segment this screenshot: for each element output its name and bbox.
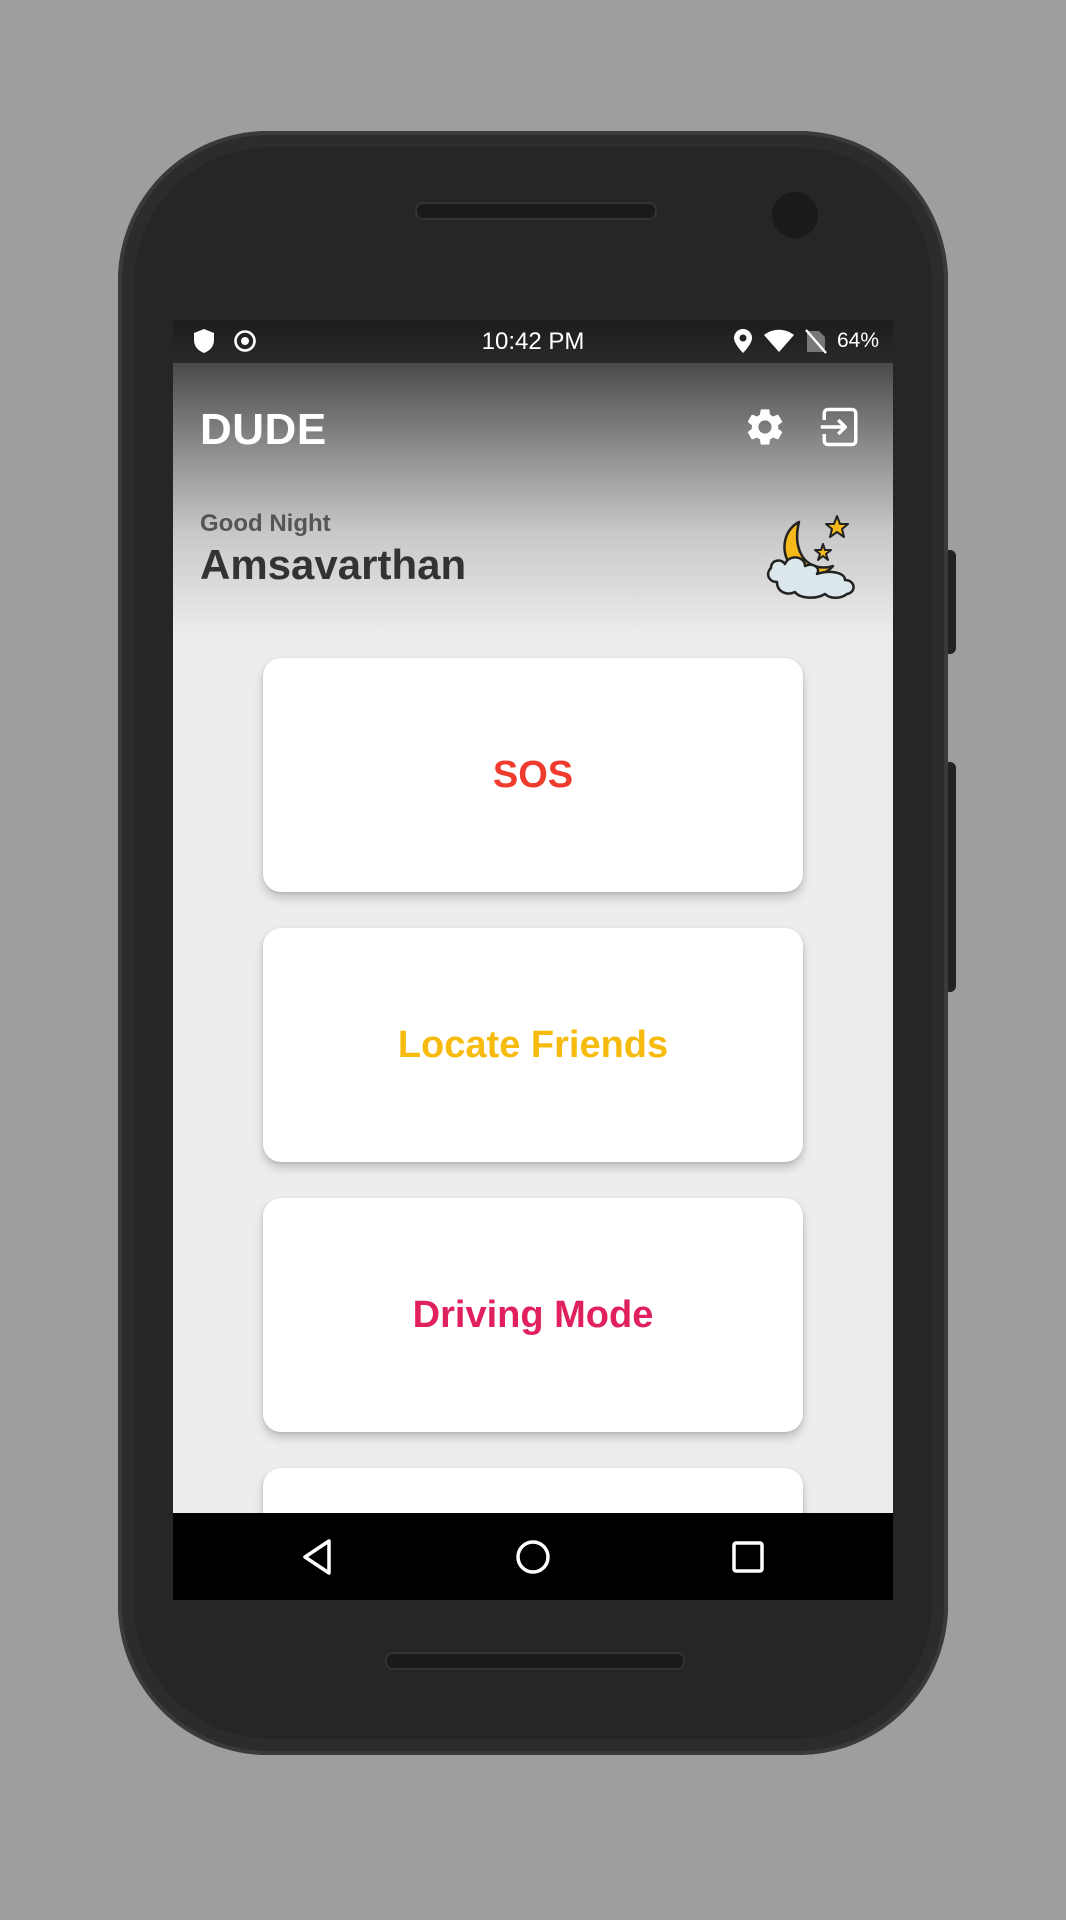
power-button [948,550,956,654]
recents-icon[interactable] [726,1535,770,1579]
locate-friends-card[interactable]: Locate Friends [263,928,803,1162]
navigation-bar [173,1513,893,1600]
status-bar: 10:42 PM 64% [173,320,893,363]
sos-label: SOS [492,753,574,796]
logout-icon[interactable] [819,406,861,448]
greeting-text: Good Night [200,510,331,537]
app-screen: 10:42 PM 64% DUDE Good Night Amsavarthan… [173,320,893,1600]
locate-friends-label: Locate Friends [397,1023,669,1066]
status-right-icons: 64% [733,328,879,354]
bottom-speaker [385,1652,685,1670]
battery-percentage: 64% [836,329,879,352]
volume-button [948,762,956,992]
driving-mode-label: Driving Mode [412,1293,654,1336]
front-camera [772,192,818,238]
earpiece-speaker [415,202,657,220]
location-icon [733,329,752,353]
home-icon[interactable] [511,1535,555,1579]
moon-stars-cloud-icon [766,515,855,599]
driving-mode-card[interactable]: Driving Mode [263,1198,803,1432]
settings-icon[interactable] [743,405,787,449]
wifi-icon [763,329,794,352]
sos-card[interactable]: SOS [263,658,803,892]
app-title: DUDE [200,405,327,454]
header: DUDE Good Night Amsavarthan [173,363,893,637]
no-sim-icon [805,329,827,354]
username: Amsavarthan [200,541,467,588]
back-icon[interactable] [297,1535,341,1579]
